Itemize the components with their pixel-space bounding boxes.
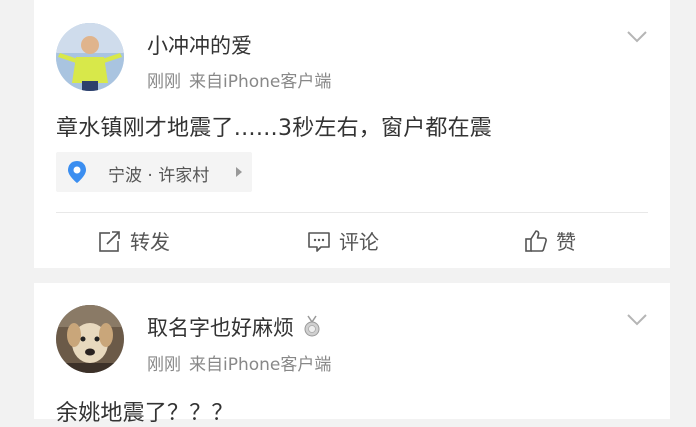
post-card[interactable]: 取名字也好麻烦 刚刚 来自iPhone客户端 余姚地震了？？？ [34, 283, 670, 426]
repost-label: 转发 [130, 230, 170, 254]
post-meta: 刚刚 来自iPhone客户端 [147, 350, 331, 375]
post-source: 来自iPhone客户端 [189, 72, 332, 92]
post-time: 刚刚 [147, 355, 181, 375]
avatar[interactable] [56, 305, 124, 373]
username[interactable]: 小冲冲的爱 [147, 30, 252, 60]
comment-button[interactable]: 评论 [307, 213, 379, 268]
comment-label: 评论 [339, 230, 379, 254]
like-label: 赞 [556, 230, 576, 254]
comment-icon [308, 231, 330, 252]
like-icon [525, 229, 547, 252]
chevron-down-icon[interactable] [626, 30, 648, 44]
avatar[interactable] [56, 23, 124, 91]
location-label: 宁波 · 许家村 [108, 166, 210, 186]
repost-button[interactable]: 转发 [98, 213, 170, 268]
caret-right-icon [236, 167, 242, 177]
post-meta: 刚刚 来自iPhone客户端 [147, 67, 331, 92]
chevron-down-icon[interactable] [626, 313, 648, 327]
post-card[interactable]: 小冲冲的爱 刚刚 来自iPhone客户端 章水镇刚才地震了……3秒左右，窗户都在震… [34, 0, 670, 268]
location-pin-icon [68, 161, 86, 183]
post-source: 来自iPhone客户端 [189, 355, 332, 375]
medal-icon[interactable] [302, 315, 322, 337]
username[interactable]: 取名字也好麻烦 [147, 316, 294, 340]
repost-icon [99, 229, 122, 252]
post-text: 章水镇刚才地震了……3秒左右，窗户都在震 [56, 116, 492, 141]
location-tag[interactable]: 宁波 · 许家村 [56, 152, 252, 192]
post-time: 刚刚 [147, 72, 181, 92]
like-button[interactable]: 赞 [524, 213, 576, 268]
post-text: 余姚地震了？？？ [56, 401, 234, 426]
action-bar: 转发 评论 赞 [34, 213, 670, 268]
username-row: 取名字也好麻烦 [147, 312, 322, 342]
